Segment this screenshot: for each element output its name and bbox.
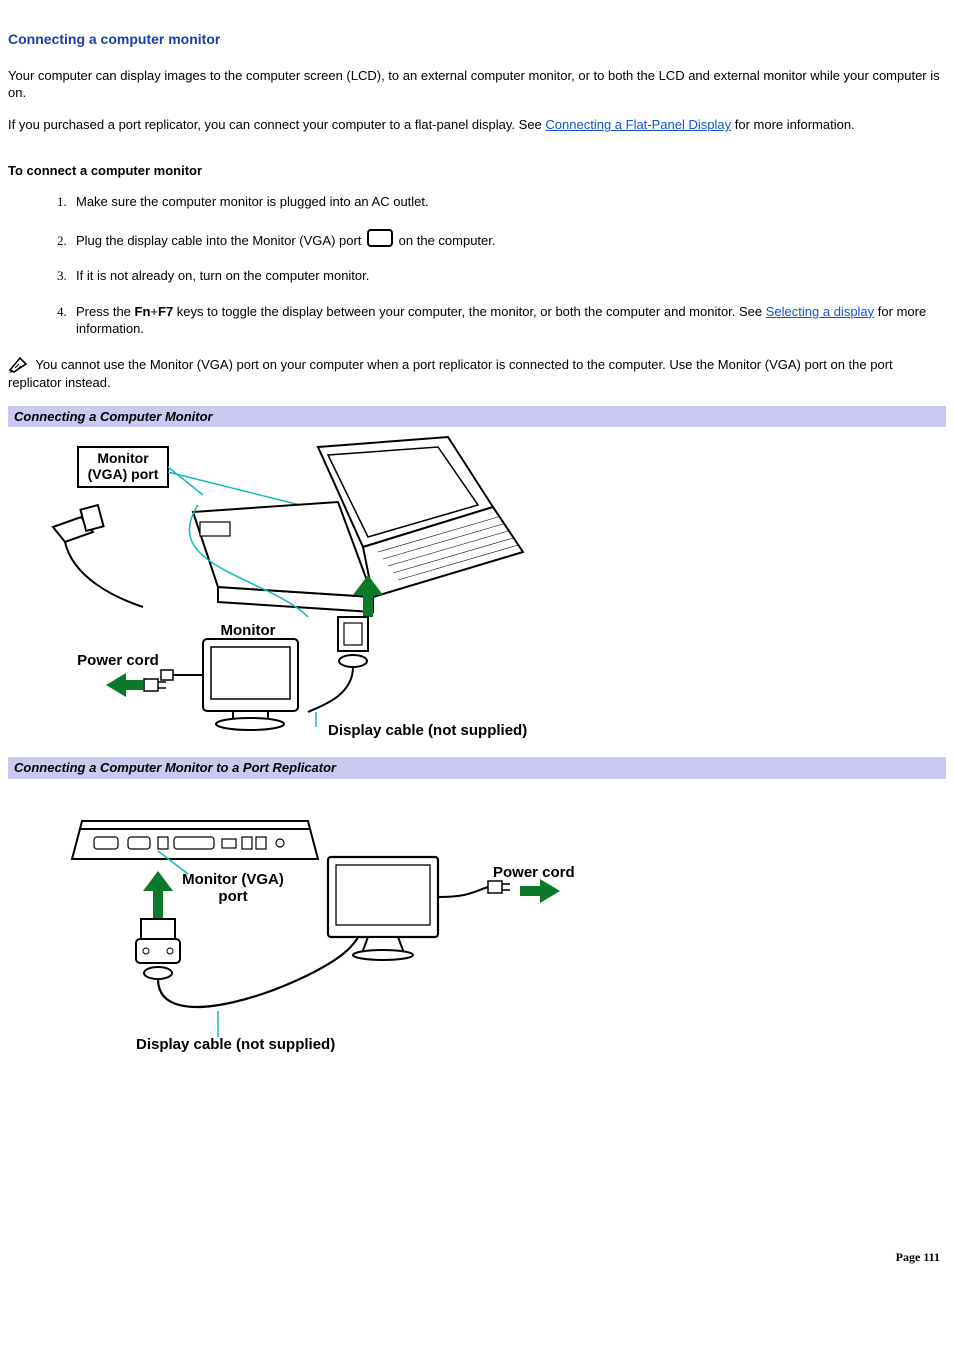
figure-caption-1: Connecting a Computer Monitor xyxy=(8,406,946,428)
fig1-vga-label-line1: Monitor xyxy=(97,450,149,466)
intro-paragraph-2: If you purchased a port replicator, you … xyxy=(8,116,946,134)
text-fragment: If you purchased a port replicator, you … xyxy=(8,117,545,132)
fig2-cable-label: Display cable (not supplied) xyxy=(136,1036,335,1053)
list-item: Press the Fn+F7 keys to toggle the displ… xyxy=(70,303,946,338)
figure-caption-2: Connecting a Computer Monitor to a Port … xyxy=(8,757,946,779)
vga-connector xyxy=(136,919,180,979)
laptop-illustration xyxy=(193,437,523,612)
key-fn: Fn xyxy=(135,304,151,319)
list-item: Make sure the computer monitor is plugge… xyxy=(70,193,946,211)
arrow-left-icon xyxy=(106,673,143,697)
fig1-monitor-label: Monitor xyxy=(221,622,276,639)
key-f7: F7 xyxy=(158,304,173,319)
step-text: Press the Fn+F7 keys to toggle the displ… xyxy=(76,304,926,337)
list-item: If it is not already on, turn on the com… xyxy=(70,267,946,285)
step-text: If it is not already on, turn on the com… xyxy=(76,268,369,283)
fig1-power-label: Power cord xyxy=(77,652,159,669)
fig2-vga-label-l1: Monitor (VGA) xyxy=(182,871,284,888)
note-text: You cannot use the Monitor (VGA) port on… xyxy=(8,357,893,391)
step-text: Make sure the computer monitor is plugge… xyxy=(76,194,429,209)
note-icon xyxy=(8,356,30,374)
text-fragment: on the computer. xyxy=(395,233,495,248)
page-number: Page 111 xyxy=(8,1249,946,1265)
text-fragment: Plug the display cable into the Monitor … xyxy=(76,233,365,248)
port-replicator-illustration xyxy=(72,821,318,859)
figure-port-replicator: Monitor (VGA) port Power cord Displ xyxy=(8,779,946,1069)
link-connecting-flat-panel[interactable]: Connecting a Flat-Panel Display xyxy=(545,117,731,132)
fig2-vga-label-l2: port xyxy=(218,888,247,905)
arrow-right-icon xyxy=(520,879,560,903)
text-fragment: + xyxy=(150,304,158,319)
text-fragment: for more information. xyxy=(731,117,855,132)
text-fragment: keys to toggle the display between your … xyxy=(173,304,766,319)
text-fragment: Press the xyxy=(76,304,135,319)
note-paragraph: You cannot use the Monitor (VGA) port on… xyxy=(8,356,946,392)
fig1-vga-label-line2: (VGA) port xyxy=(88,466,159,482)
list-item: Plug the display cable into the Monitor … xyxy=(70,229,946,250)
fig1-cable-label: Display cable (not supplied) xyxy=(328,722,527,739)
vga-port-icon xyxy=(367,229,393,247)
vga-connector-bottom xyxy=(308,617,368,712)
arrow-up-icon xyxy=(143,871,173,919)
crt-monitor-illustration xyxy=(161,639,298,730)
fig2-power-label: Power cord xyxy=(493,864,575,881)
procedure-heading: To connect a computer monitor xyxy=(8,162,946,180)
section-heading: Connecting a computer monitor xyxy=(8,30,946,49)
figure-connecting-monitor: Monitor (VGA) port xyxy=(8,427,946,747)
link-selecting-display[interactable]: Selecting a display xyxy=(766,304,874,319)
vga-connector-top xyxy=(53,506,143,608)
steps-list: Make sure the computer monitor is plugge… xyxy=(8,193,946,338)
intro-paragraph-1: Your computer can display images to the … xyxy=(8,67,946,102)
flat-panel-illustration xyxy=(328,857,510,960)
step-text: Plug the display cable into the Monitor … xyxy=(76,233,496,248)
